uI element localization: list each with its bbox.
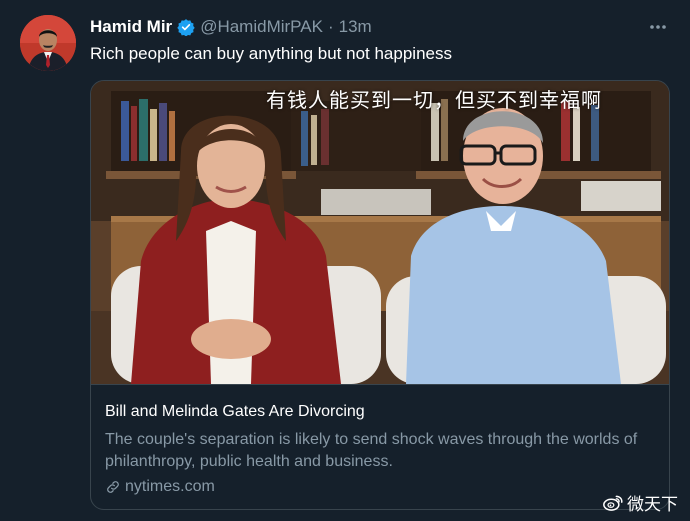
image-caption-overlay: 有钱人能买到一切，但买不到幸福啊 [266,88,602,112]
card-body[interactable]: Bill and Melinda Gates Are Divorcing The… [91,384,669,509]
watermark-text: 微天下 [627,495,678,515]
more-options-button[interactable] [648,17,668,37]
separator-dot: · [327,17,334,36]
verified-badge-icon [177,18,195,36]
more-options-icon [650,25,666,29]
weibo-watermark: 微天下 [603,490,678,515]
tweet-header: Hamid Mir @HamidMirPAK · 13m [90,16,372,38]
tweet-text: Rich people can buy anything but not hap… [90,44,452,63]
card-description: The couple's separation is likely to sen… [105,431,638,470]
weibo-logo-icon [603,494,623,512]
avatar[interactable] [20,15,76,71]
article-photo [91,81,669,384]
card-image[interactable]: 有钱人能买到一切，但买不到幸福啊 [91,81,669,384]
author-handle[interactable]: @HamidMirPAK [200,17,323,37]
card-domain: nytimes.com [105,478,215,496]
tweet-timestamp[interactable]: 13m [339,17,372,37]
author-name[interactable]: Hamid Mir [90,17,172,37]
card-domain-text: nytimes.com [125,478,215,495]
link-icon [105,479,121,495]
card-title: Bill and Melinda Gates Are Divorcing [105,403,365,420]
link-card[interactable]: 有钱人能买到一切，但买不到幸福啊 Bill and Melinda Gates … [90,80,670,510]
avatar-image [20,15,76,71]
